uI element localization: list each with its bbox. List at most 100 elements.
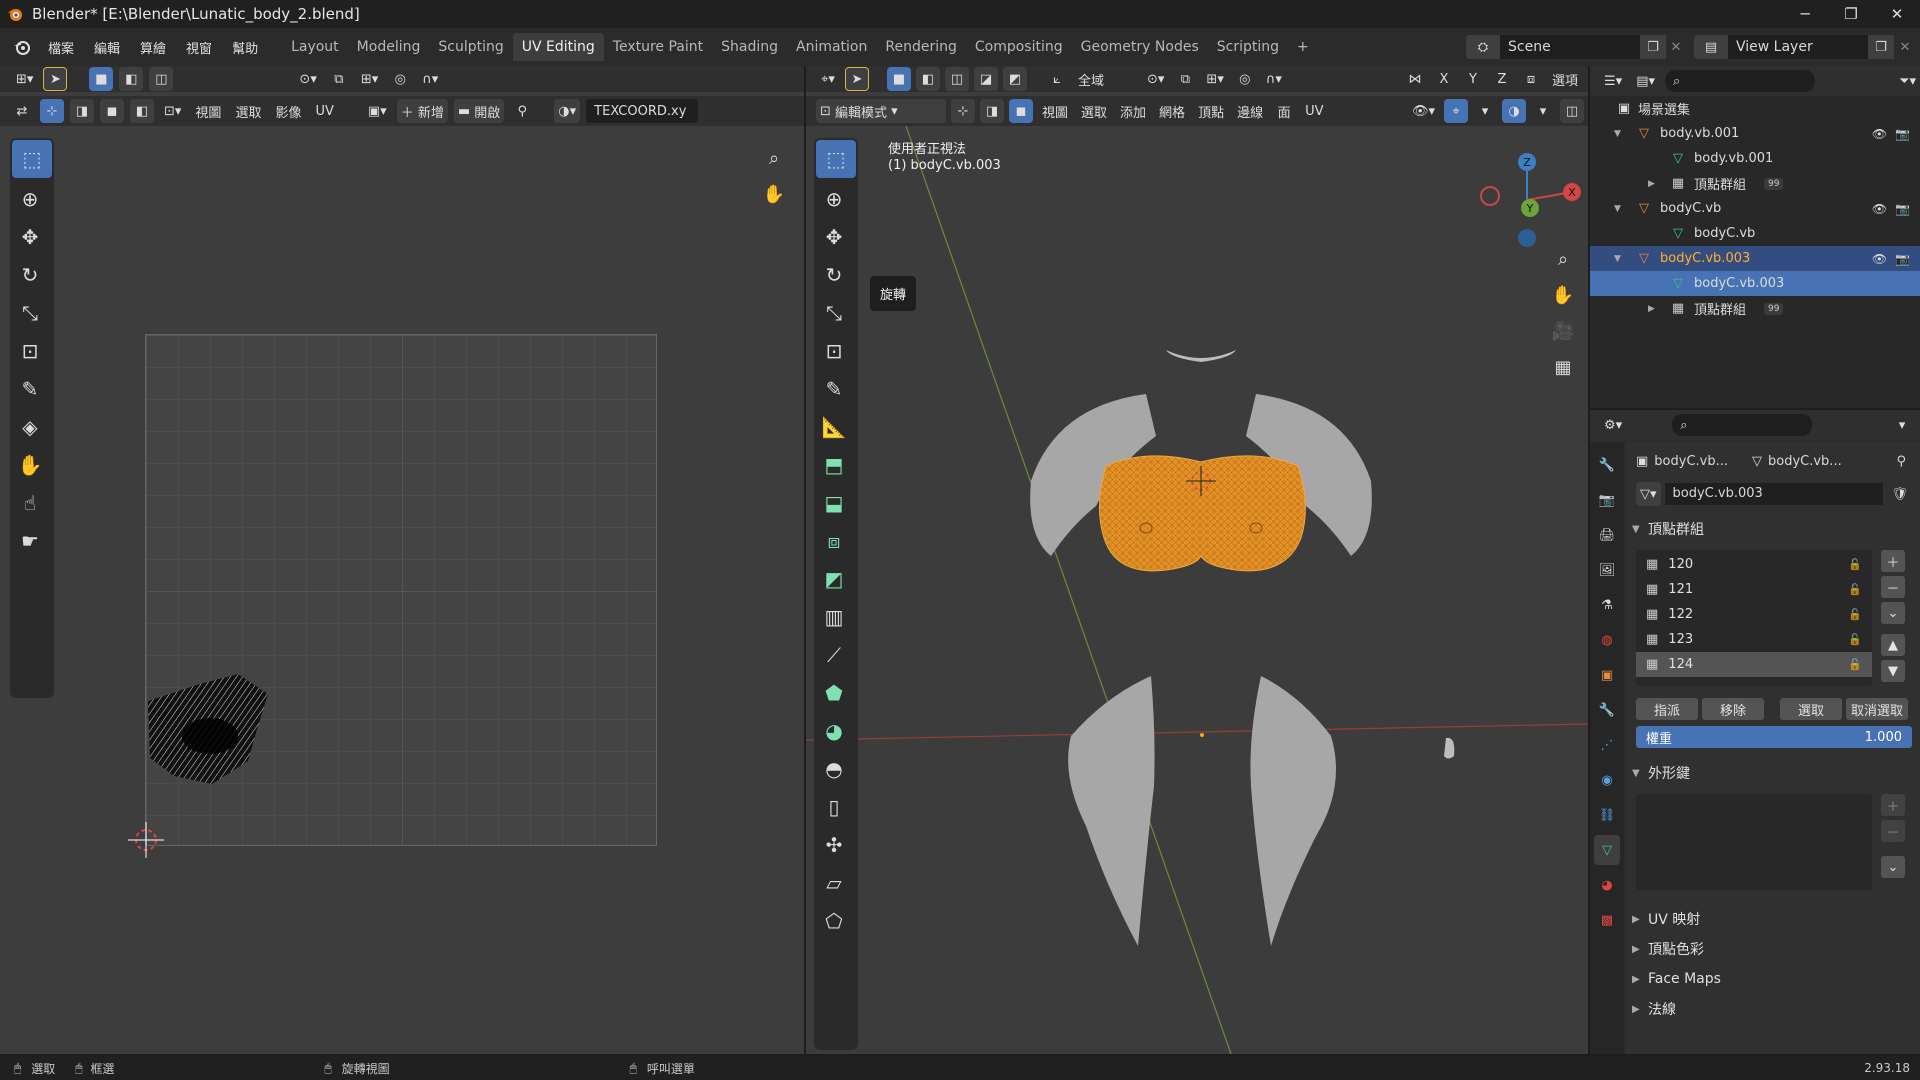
menu-edit[interactable]: 編輯	[84, 38, 130, 57]
material-tab-icon[interactable]: ◕	[1594, 870, 1620, 900]
vp-menu-add[interactable]: 添加	[1116, 99, 1150, 123]
vp-menu-edge[interactable]: 邊線	[1233, 99, 1267, 123]
render-tab-icon[interactable]: 📷	[1594, 485, 1620, 515]
viewport-editor-type-icon[interactable]: ⌖▾	[816, 67, 840, 91]
modifier-tab-icon[interactable]: 🔧	[1594, 695, 1620, 725]
outliner-row[interactable]: ▼ ▽ body.vb.001 👁 📷	[1590, 121, 1920, 146]
mirror-icon[interactable]: ⋈	[1403, 67, 1427, 91]
vertex-group-specials-button[interactable]: ⌄	[1881, 602, 1905, 624]
vp-transform-tool-icon[interactable]: ⊡	[814, 332, 854, 370]
select-mode-subtract-icon[interactable]: ◫	[149, 67, 174, 91]
mode-dropdown[interactable]: ⊡ 編輯模式 ▾	[816, 99, 946, 123]
new-scene-icon[interactable]: ❐	[1640, 35, 1666, 59]
shape-key-list[interactable]	[1636, 794, 1872, 890]
remove-button[interactable]: 移除	[1702, 698, 1764, 720]
rip-region-tool-icon[interactable]: ⬠	[814, 902, 854, 940]
weight-slider[interactable]: 權重 1.000	[1636, 726, 1912, 748]
uv-island[interactable]	[140, 666, 290, 816]
mesh-browse-icon[interactable]: ▽▾	[1636, 482, 1661, 506]
vertex-groups-section[interactable]: ▼ 頂點群組	[1626, 514, 1920, 544]
vp-move-tool-icon[interactable]: ✥	[814, 218, 854, 256]
mirror-y-toggle[interactable]: Y	[1461, 67, 1485, 91]
render-camera-icon[interactable]: 📷	[1895, 202, 1910, 216]
view-layer-icon[interactable]: ▤	[1694, 35, 1728, 59]
tab-animation[interactable]: Animation	[787, 33, 876, 61]
ortho-toggle-icon[interactable]: ▦	[1548, 352, 1578, 382]
assign-button[interactable]: 指派	[1636, 698, 1698, 720]
vp-rotate-tool-icon[interactable]: ↻	[814, 256, 854, 294]
mesh-viewport-render[interactable]	[906, 266, 1506, 1006]
rotate-tool-icon[interactable]: ↻	[10, 256, 50, 294]
display-mode-icon[interactable]: ▤▾	[1632, 69, 1659, 93]
blender-menu-icon[interactable]	[6, 33, 38, 61]
snap-icon[interactable]: ⧉	[327, 67, 351, 91]
uv-maps-section[interactable]: ▶ UV 映射	[1626, 904, 1920, 934]
sticky-select-icon[interactable]: ⊡▾	[160, 99, 185, 123]
menu-help[interactable]: 幫助	[222, 38, 268, 57]
uv-vertex-mode-icon[interactable]: ⊹	[40, 99, 64, 123]
output-tab-icon[interactable]: 🖨	[1594, 520, 1620, 550]
extrude-tool-icon[interactable]: ⬓	[814, 484, 854, 522]
relax-tool-icon[interactable]: ☝	[10, 484, 50, 522]
select-mode-new-icon[interactable]: ■	[89, 67, 114, 91]
tab-shading[interactable]: Shading	[712, 33, 787, 61]
physics-tab-icon[interactable]: ◉	[1594, 765, 1620, 795]
viewport-pan-icon[interactable]: ✋	[1548, 280, 1578, 310]
vertex-group-item[interactable]: ▦ 124 🔓	[1636, 652, 1872, 677]
zoom-icon[interactable]: ⌕	[760, 144, 788, 172]
delete-scene-icon[interactable]: ✕	[1666, 35, 1686, 59]
uv-menu-select[interactable]: 選取	[231, 99, 265, 123]
remove-shape-key-button[interactable]: －	[1881, 820, 1905, 842]
vertex-group-item[interactable]: ▦ 121 🔓	[1636, 577, 1872, 602]
vp-menu-select[interactable]: 選取	[1077, 99, 1111, 123]
viewport-select-tool-icon[interactable]: ➤	[845, 67, 869, 91]
face-maps-section[interactable]: ▶ Face Maps	[1626, 964, 1920, 994]
outliner-expand-icon[interactable]: ▶	[1648, 304, 1664, 314]
pan-icon[interactable]: ✋	[760, 180, 788, 208]
scene-tab-icon[interactable]: ⚗	[1594, 590, 1620, 620]
add-shape-key-button[interactable]: ＋	[1881, 794, 1905, 816]
uvmap-field[interactable]: TEXCOORD.xy	[586, 99, 699, 123]
move-up-button[interactable]: ▲	[1881, 634, 1905, 656]
falloff-icon[interactable]: ∩▾	[418, 67, 442, 91]
outliner-row[interactable]: ▶ ▦ 頂點群組 99	[1590, 171, 1920, 196]
properties-search-field[interactable]: ⌕	[1672, 414, 1813, 436]
viewport-snap-icon[interactable]: ⧉	[1173, 67, 1197, 91]
mesh-name-field[interactable]: bodyC.vb.003	[1664, 483, 1884, 505]
scene-name-field[interactable]: Scene	[1500, 35, 1640, 59]
lock-icon[interactable]: 🔓	[1848, 658, 1862, 671]
outliner-editor-type-icon[interactable]: ☰▾	[1600, 69, 1626, 93]
cursor-tool-icon[interactable]: ⊕	[10, 180, 50, 218]
vp-menu-mesh[interactable]: 網格	[1155, 99, 1189, 123]
shape-keys-section[interactable]: ▼ 外形鍵	[1626, 758, 1920, 788]
uv-sync-icon[interactable]: ⇄	[10, 99, 34, 123]
view-layer-tab-icon[interactable]: 🖼	[1594, 555, 1620, 585]
viewport-snap-target-icon[interactable]: ⊞▾	[1202, 67, 1227, 91]
vp-cursor-tool-icon[interactable]: ⊕	[814, 180, 854, 218]
menu-window[interactable]: 視窗	[176, 38, 222, 57]
tab-uv-editing[interactable]: UV Editing	[512, 33, 604, 61]
pin-properties-icon[interactable]: ⚲	[1896, 454, 1906, 469]
move-tool-icon[interactable]: ✥	[10, 218, 50, 256]
options-dropdown[interactable]: 選項	[1548, 67, 1582, 91]
select-mode-extend-icon[interactable]: ◧	[119, 67, 144, 91]
outliner-row[interactable]: ▽ bodyC.vb.003	[1590, 271, 1920, 296]
vp-menu-uv[interactable]: UV	[1301, 99, 1327, 123]
select-box-tool-icon[interactable]: ⬚	[12, 140, 52, 178]
edge-slide-tool-icon[interactable]: ▯	[814, 788, 854, 826]
vertex-group-item[interactable]: ▦ 120 🔓	[1636, 552, 1872, 577]
vp-measure-tool-icon[interactable]: 📐	[814, 408, 854, 446]
viewport-select-extend-icon[interactable]: ◧	[916, 67, 940, 91]
outliner-row[interactable]: ▶ ▦ 頂點群組 99	[1590, 296, 1920, 321]
select-tool-icon[interactable]: ➤	[43, 67, 68, 91]
orientation-icon[interactable]: ⟀	[1045, 67, 1069, 91]
uv-island-mode-icon[interactable]: ◧	[130, 99, 154, 123]
viewport-select-invert-icon[interactable]: ◪	[974, 67, 998, 91]
shrink-fatten-tool-icon[interactable]: ✣	[814, 826, 854, 864]
pin-icon[interactable]: ⚲	[510, 99, 534, 123]
lock-icon[interactable]: 🔓	[1848, 558, 1862, 571]
vp-select-box-tool-icon[interactable]: ⬚	[816, 140, 856, 178]
uv-menu-uv[interactable]: UV	[311, 99, 337, 123]
visibility-eye-icon[interactable]: 👁	[1872, 202, 1887, 216]
tab-compositing[interactable]: Compositing	[966, 33, 1072, 61]
